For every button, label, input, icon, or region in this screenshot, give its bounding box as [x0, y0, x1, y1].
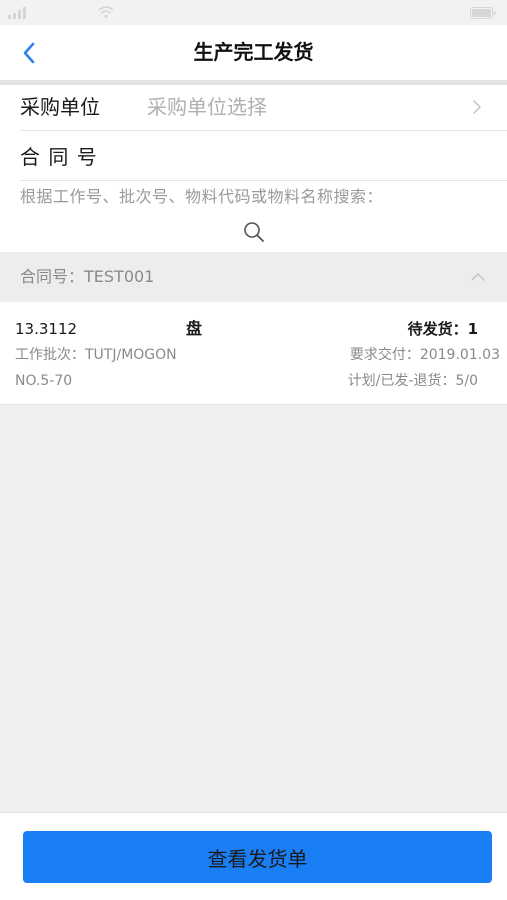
status-bar — [0, 0, 507, 25]
divider — [20, 180, 507, 181]
search-icon — [244, 222, 264, 242]
contract-group-title: 合同号：TEST001 — [20, 267, 155, 286]
contract-number-label: 合 同 号 — [20, 145, 98, 169]
search-input[interactable] — [20, 184, 495, 208]
purchase-unit-label: 采购单位 — [20, 95, 100, 119]
page-title: 生产完工发货 — [193, 40, 314, 64]
list-item[interactable]: 13.3112 盘 待发货：1 工作批次：TUTJ/MOGON 要求交付：201… — [0, 302, 507, 405]
chevron-right-icon — [473, 100, 481, 114]
chevron-up-icon — [471, 273, 485, 281]
battery-icon — [470, 7, 496, 19]
filter-form: 采购单位 采购单位选择 合 同 号 — [0, 85, 507, 252]
contract-number-input[interactable] — [120, 141, 487, 173]
item-plan-shipped-returned: 计划/已发-退货：5/0 — [347, 373, 478, 389]
item-due-date: 要求交付：2019.01.03 — [349, 347, 500, 363]
item-unit: 盘 — [186, 319, 203, 338]
wifi-icon — [98, 6, 114, 19]
search-button[interactable] — [241, 219, 267, 245]
footer-bar: 查看发货单 — [0, 812, 507, 900]
item-batch: 工作批次：TUTJ/MOGON — [15, 347, 177, 363]
item-pending-count: 待发货：1 — [407, 320, 478, 338]
purchase-unit-select[interactable]: 采购单位 采购单位选择 — [0, 85, 507, 130]
contract-group-header[interactable]: 合同号：TEST001 — [0, 252, 507, 302]
purchase-unit-placeholder: 采购单位选择 — [147, 95, 267, 119]
nav-bar: 生产完工发货 — [0, 25, 507, 80]
item-number: NO.5-70 — [15, 373, 73, 389]
item-code: 13.3112 — [15, 320, 78, 338]
contract-number-row: 合 同 号 — [0, 131, 507, 180]
signal-icon — [8, 7, 26, 19]
view-shipments-button[interactable]: 查看发货单 — [23, 831, 492, 883]
